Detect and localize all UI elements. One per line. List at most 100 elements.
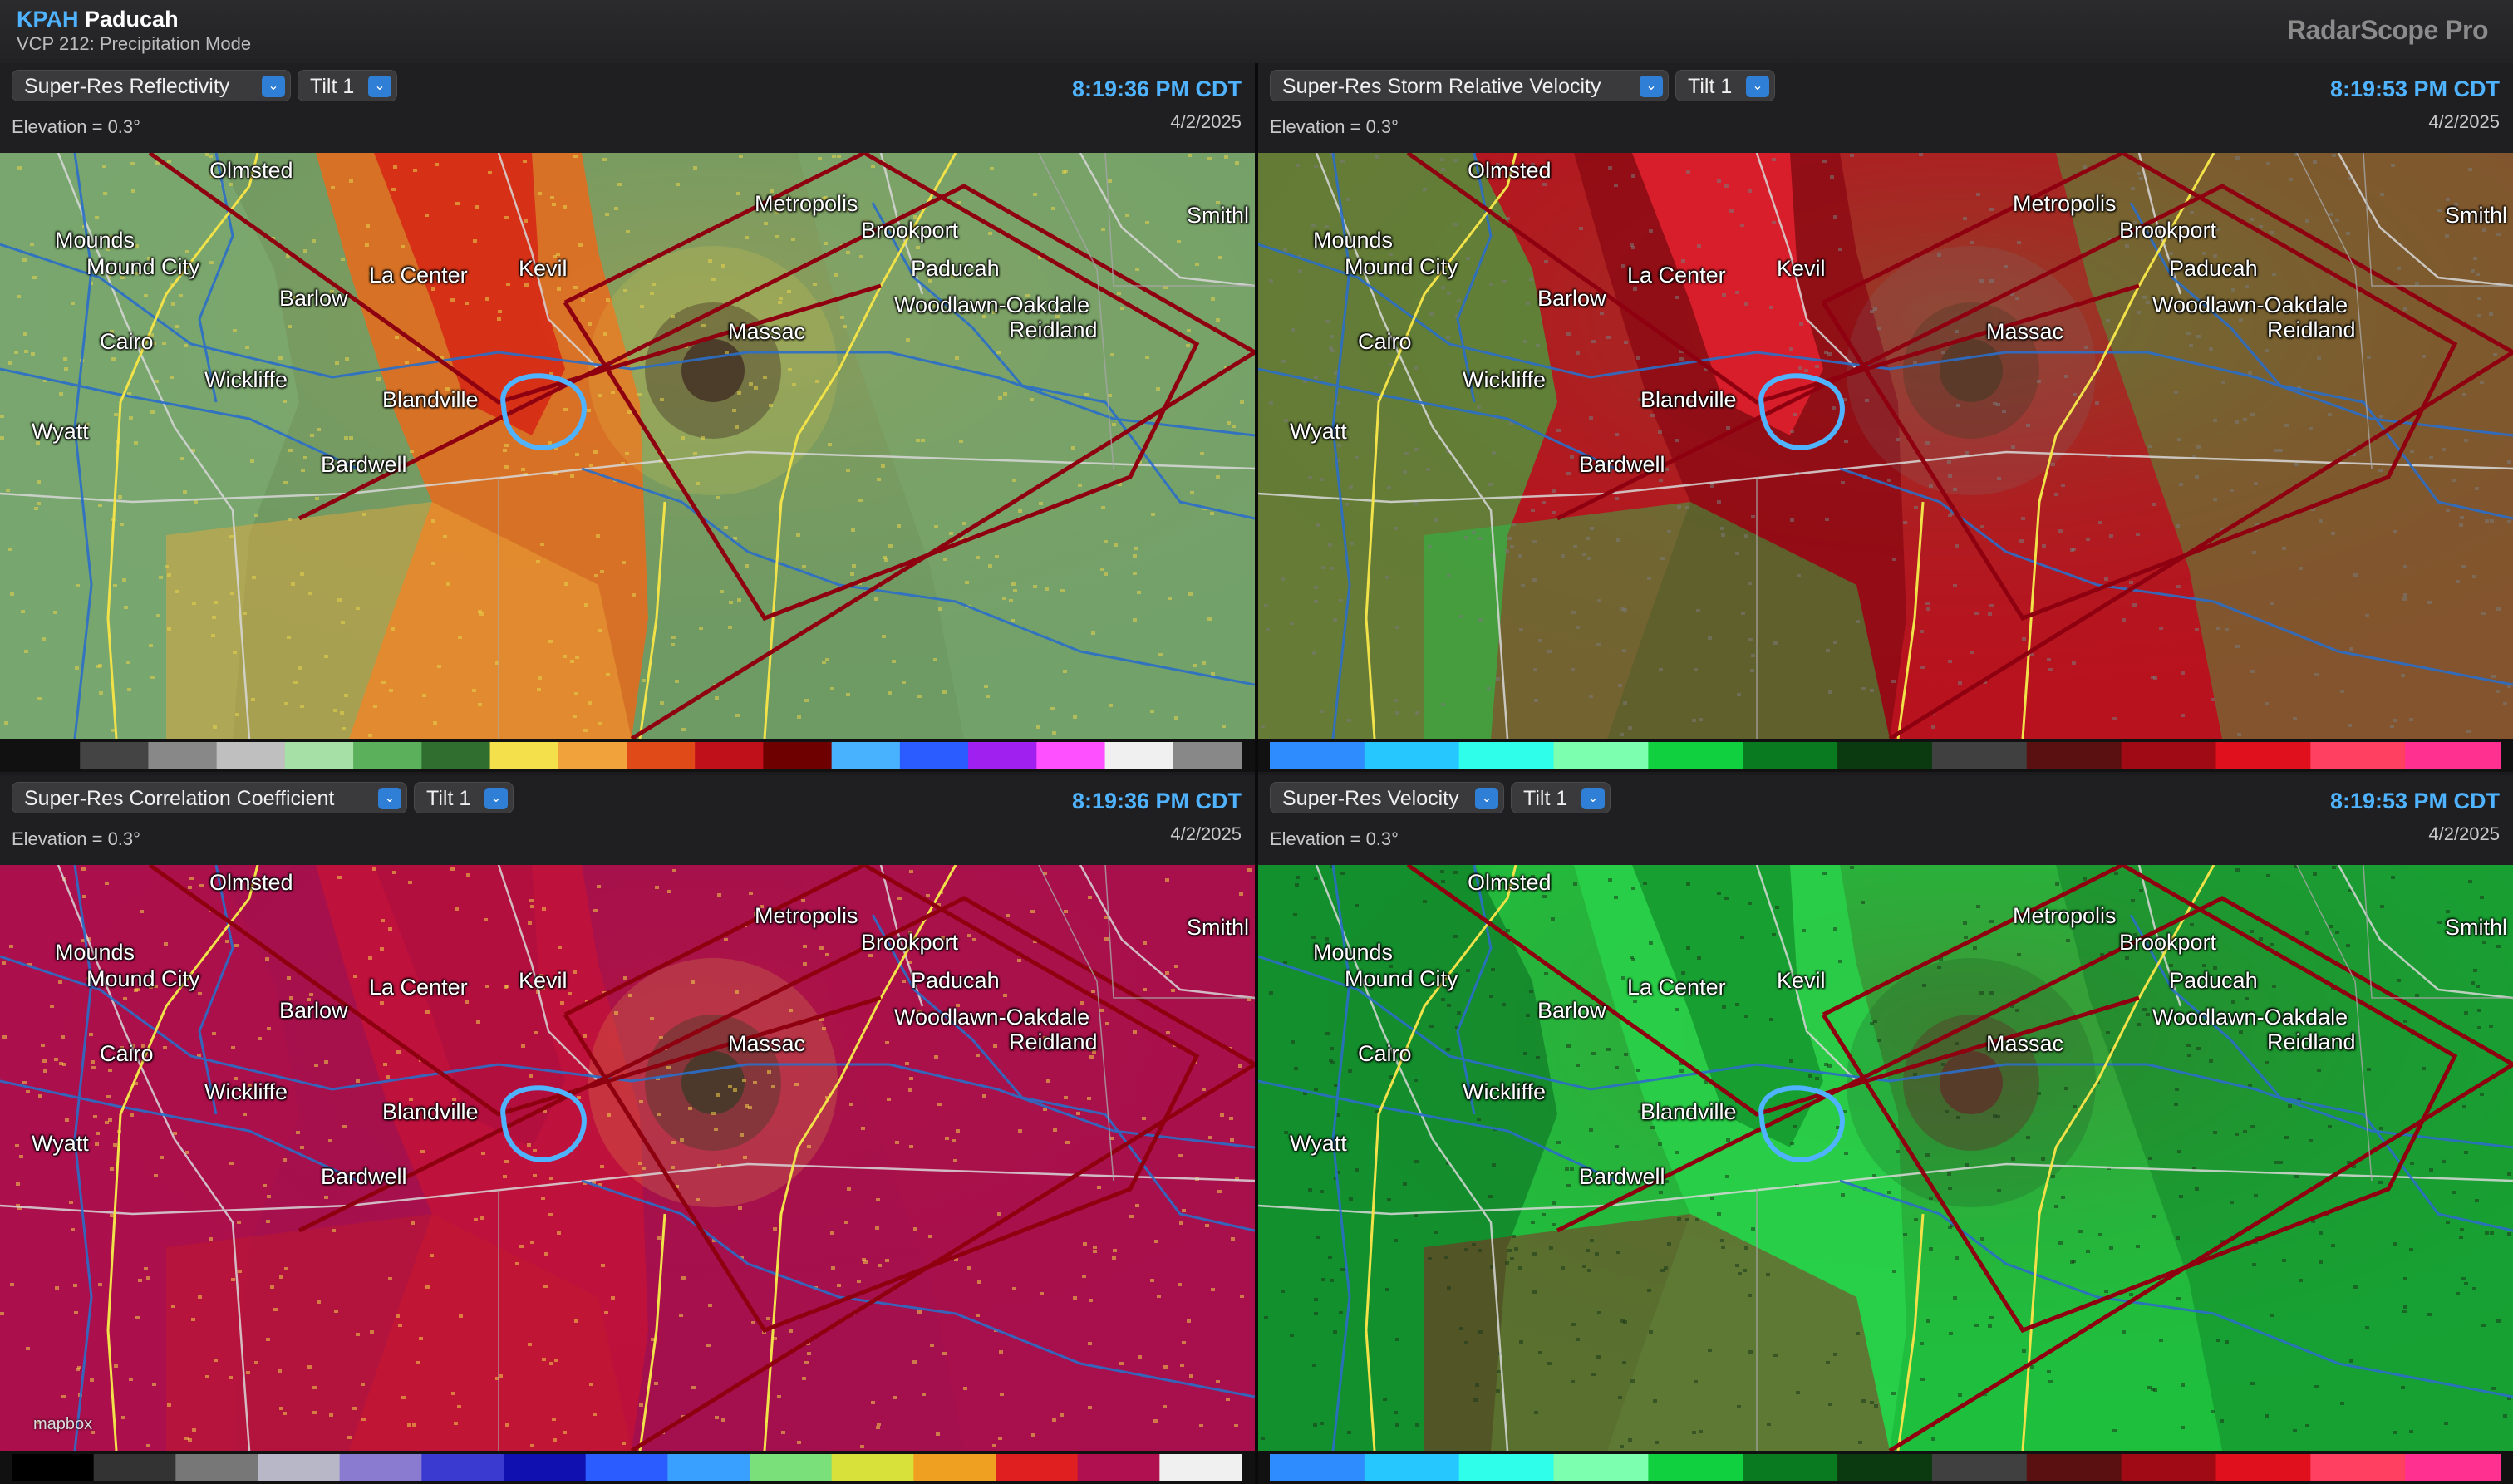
- city-label: Paducah: [911, 968, 1000, 993]
- radar-map[interactable]: Olmsted Metropolis Smithl Mounds Brookport Mo…: [1258, 153, 2513, 739]
- vcp-mode: VCP 212: Precipitation Mode: [17, 33, 252, 54]
- city-label: Bardwell: [1579, 452, 1665, 477]
- radar-map[interactable]: Olmsted Metropolis Smithl Mounds Brookport Mo…: [0, 153, 1255, 739]
- chevron-down-icon[interactable]: ⌄: [1746, 76, 1769, 97]
- chevron-down-icon[interactable]: ⌄: [1581, 788, 1605, 809]
- city-label: Woodlawn-Oakdale: [894, 1005, 1090, 1029]
- city-label: Reidland: [2267, 317, 2356, 342]
- city-label: Metropolis: [755, 191, 858, 216]
- chevron-down-icon[interactable]: ⌄: [262, 76, 285, 97]
- chevron-down-icon[interactable]: ⌄: [484, 788, 508, 809]
- city-label: Cairo: [1358, 1041, 1412, 1066]
- scan-time: 8:19:53 PM CDT: [2329, 789, 2500, 813]
- city-label: Brookport: [861, 930, 959, 955]
- city-label: Barlow: [279, 286, 348, 311]
- city-label: Kevil: [519, 968, 568, 993]
- city-label: Massac: [728, 319, 806, 344]
- city-label: Mounds: [55, 228, 135, 253]
- city-label: Cairo: [100, 329, 154, 354]
- tilt-dropdown-label: Tilt 1: [1523, 787, 1568, 810]
- chevron-down-icon[interactable]: ⌄: [378, 788, 401, 809]
- elevation-label: Elevation = 0.3°: [1270, 828, 1399, 849]
- tilt-dropdown-label: Tilt 1: [310, 75, 355, 98]
- elevation-label: Elevation = 0.3°: [12, 116, 140, 137]
- site-name: Paducah: [85, 7, 179, 32]
- radar-panel-2[interactable]: Super-Res Storm Relative Velocity ⌄ Tilt 1…: [1258, 63, 2513, 772]
- radar-panel-3[interactable]: Super-Res Correlation Coefficient ⌄ Tilt 1…: [0, 775, 1255, 1484]
- radar-map[interactable]: Olmsted Metropolis Smithl Mounds Brookport Mo…: [0, 865, 1255, 1451]
- product-dropdown-label: Super-Res Correlation Coefficient: [24, 787, 335, 810]
- color-scale-bar: [1258, 739, 2513, 772]
- product-dropdown-label: Super-Res Velocity: [1282, 787, 1459, 810]
- product-dropdown[interactable]: Super-Res Correlation Coefficient ⌄: [12, 782, 407, 813]
- city-label: Blandville: [382, 1099, 479, 1124]
- city-label: Olmsted: [209, 158, 293, 183]
- city-label: Wickliffe: [1463, 367, 1547, 392]
- site-id: KPAH: [17, 7, 79, 32]
- panel-header: Super-Res Reflectivity ⌄ Tilt 1 ⌄ Elevation …: [0, 63, 1255, 153]
- city-label: Massac: [1986, 319, 2064, 344]
- city-label: Paducah: [2169, 968, 2258, 993]
- city-label: Brookport: [2119, 218, 2217, 243]
- city-label: Barlow: [279, 998, 348, 1023]
- city-label: La Center: [369, 263, 468, 287]
- city-label: Brookport: [2119, 930, 2217, 955]
- scan-date: 4/2/2025: [2428, 111, 2500, 132]
- scan-date: 4/2/2025: [2428, 823, 2500, 844]
- product-dropdown[interactable]: Super-Res Storm Relative Velocity ⌄: [1270, 70, 1669, 101]
- tilt-dropdown-label: Tilt 1: [426, 787, 471, 810]
- color-scale-bar: [0, 1451, 1255, 1484]
- city-label: Massac: [1986, 1031, 2064, 1056]
- city-label: Cairo: [1358, 329, 1412, 354]
- city-label: Wyatt: [1290, 419, 1347, 444]
- chevron-down-icon[interactable]: ⌄: [368, 76, 391, 97]
- radar-map[interactable]: Olmsted Metropolis Smithl Mounds Brookport Mo…: [1258, 865, 2513, 1451]
- city-label: Reidland: [2267, 1029, 2356, 1054]
- radar-image: [0, 153, 1255, 739]
- tilt-dropdown[interactable]: Tilt 1 ⌄: [414, 782, 514, 813]
- city-label: Bardwell: [321, 452, 407, 477]
- city-label: Metropolis: [755, 903, 858, 928]
- scan-date: 4/2/2025: [1170, 111, 1242, 132]
- city-label: Metropolis: [2013, 191, 2117, 216]
- scan-time: 8:19:36 PM CDT: [1071, 76, 1242, 101]
- city-label: Olmsted: [1468, 158, 1552, 183]
- city-label: Reidland: [1009, 1029, 1098, 1054]
- tilt-dropdown[interactable]: Tilt 1 ⌄: [1511, 782, 1611, 813]
- city-label: Kevil: [519, 256, 568, 281]
- panel-header: Super-Res Velocity ⌄ Tilt 1 ⌄ Elevation = 0.…: [1258, 775, 2513, 865]
- city-label: Blandville: [1640, 1099, 1737, 1124]
- city-label: Barlow: [1537, 998, 1606, 1023]
- radar-panel-1[interactable]: Super-Res Reflectivity ⌄ Tilt 1 ⌄ Elevation …: [0, 63, 1255, 772]
- city-label: Smithl: [2445, 203, 2508, 228]
- product-dropdown-label: Super-Res Storm Relative Velocity: [1282, 75, 1601, 98]
- chevron-down-icon[interactable]: ⌄: [1640, 76, 1663, 97]
- city-label: Brookport: [861, 218, 959, 243]
- city-label: Massac: [728, 1031, 806, 1056]
- radar-image: [1258, 865, 2513, 1451]
- city-label: Bardwell: [1579, 1164, 1665, 1189]
- city-label: Wickliffe: [204, 367, 288, 392]
- radar-site-title[interactable]: KPAH Paducah: [17, 7, 179, 32]
- city-label: Wyatt: [32, 419, 89, 444]
- scan-date: 4/2/2025: [1170, 823, 1242, 844]
- city-label: Paducah: [911, 256, 1000, 281]
- panel-header: Super-Res Storm Relative Velocity ⌄ Tilt 1…: [1258, 63, 2513, 153]
- city-label: Mounds: [1313, 940, 1394, 965]
- tilt-dropdown-label: Tilt 1: [1688, 75, 1733, 98]
- chevron-down-icon[interactable]: ⌄: [1475, 788, 1498, 809]
- tilt-dropdown[interactable]: Tilt 1 ⌄: [298, 70, 397, 101]
- city-label: Reidland: [1009, 317, 1098, 342]
- tilt-dropdown[interactable]: Tilt 1 ⌄: [1675, 70, 1775, 101]
- radar-panel-4[interactable]: Super-Res Velocity ⌄ Tilt 1 ⌄ Elevation = 0.…: [1258, 775, 2513, 1484]
- city-label: Paducah: [2169, 256, 2258, 281]
- scan-time: 8:19:53 PM CDT: [2329, 76, 2500, 101]
- mapbox-attribution[interactable]: mapbox: [33, 1415, 92, 1434]
- radar-image: [0, 865, 1255, 1451]
- product-dropdown-label: Super-Res Reflectivity: [24, 75, 230, 98]
- city-label: Blandville: [382, 387, 479, 412]
- product-dropdown[interactable]: Super-Res Reflectivity ⌄: [12, 70, 291, 101]
- radar-image: [1258, 153, 2513, 739]
- city-label: Wyatt: [32, 1131, 89, 1156]
- product-dropdown[interactable]: Super-Res Velocity ⌄: [1270, 782, 1504, 813]
